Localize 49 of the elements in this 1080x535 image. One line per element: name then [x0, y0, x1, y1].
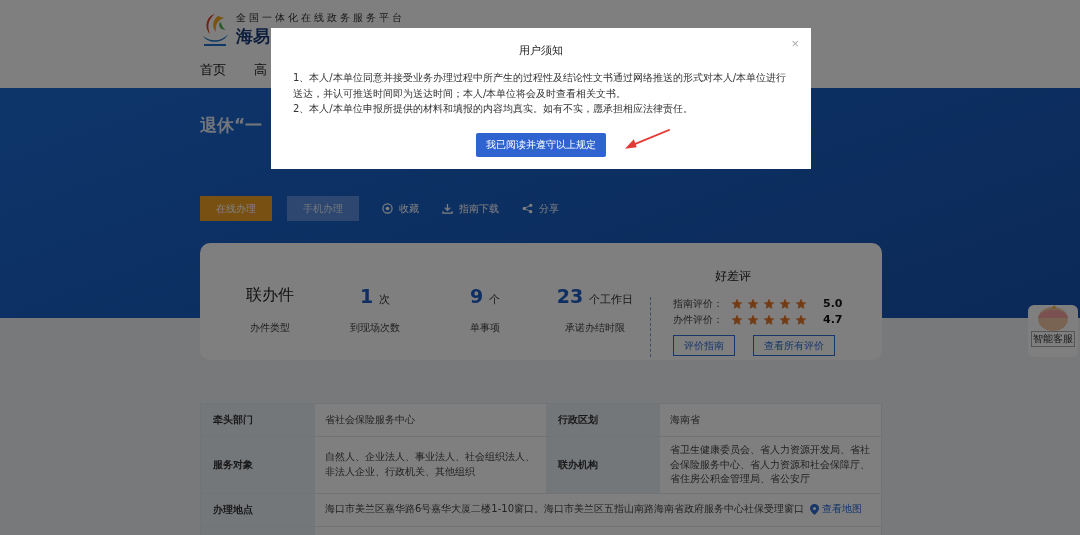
stat-value: 1 — [359, 285, 374, 307]
table-label: 行政区划 — [546, 404, 660, 436]
nav-link[interactable]: 首页 — [200, 61, 226, 79]
notice-paragraph: 2、本人/本单位申报所提供的材料和填报的内容均真实。如有不实，愿承担相应法律责任。 — [293, 102, 694, 116]
table-cell-text: 海南省 — [669, 412, 701, 427]
stat-label: 办件类型 — [250, 321, 290, 335]
stat-value: 联办件 — [246, 285, 294, 306]
map-link[interactable]: 查看地图 — [810, 502, 863, 517]
stat-unit: 次 — [379, 292, 391, 307]
rating-button[interactable]: 查看所有评价 — [753, 335, 835, 356]
notice-paragraph: 1、本人/本单位同意并接受业务办理过程中所产生的过程性及结论性文书通过网络推送的形式对本人/本单位进行送达，并认可推送时间即为送达时间；本人/本单位将会及时查看相关文书。 — [293, 71, 788, 101]
stat-unit: 个工作日 — [589, 292, 634, 307]
dialog-title: 用户须知 — [519, 44, 563, 57]
table-label: 联办机构 — [546, 437, 660, 493]
page-title: 退休“一 — [200, 114, 263, 137]
platform-name: 全国一体化在线政务服务平台 — [236, 10, 405, 25]
download-icon — [442, 203, 453, 214]
rating-score: 5.0 — [823, 297, 843, 310]
rating-score: 4.7 — [823, 313, 843, 326]
table-label: 牵头部门 — [201, 404, 315, 436]
nav-link[interactable]: 高 — [254, 61, 267, 79]
action-button[interactable]: 在线办理 — [200, 196, 272, 221]
rating-label: 指南评价： — [673, 296, 724, 311]
action-link[interactable]: 指南下载 — [442, 201, 499, 216]
table-cell-text: 省社会保险服务中心 — [324, 412, 416, 427]
rating-label: 办件评价： — [673, 312, 724, 327]
location-pin-icon — [810, 504, 820, 515]
assistant-button[interactable]: 智能客服 — [1028, 305, 1078, 357]
table-cell-text: 自然人、企业法人、事业法人、社会组织法人、非法人企业、行政机关、其他组织 — [324, 450, 536, 479]
close-button[interactable]: × — [791, 36, 799, 51]
rating-button[interactable]: 评价指南 — [673, 335, 735, 356]
brand-name: 海易 — [236, 24, 270, 48]
table-cell-text: 省卫生健康委员会、省人力资源开发局、省社会保险服务中心、省人力资源和社会保障厅、省住房公积金管理局、省公安厅 — [669, 443, 871, 486]
stat-value: 9 — [469, 285, 484, 307]
table-cell: 海口市美兰区嘉华路6号嘉华大厦二楼1-10窗口。海口市美兰区五指山南路海南省政府服务中心社保受理窗口 — [325, 502, 805, 517]
table-label: 服务对象 — [201, 437, 315, 493]
confirm-button[interactable]: 我已阅读并遵守以上规定 — [476, 132, 606, 157]
ratings-title: 好差评 — [715, 268, 751, 285]
share-icon — [522, 203, 533, 214]
stat-value: 23 — [556, 285, 584, 307]
action-link[interactable]: 分享 — [522, 201, 559, 216]
stat-label: 承诺办结时限 — [565, 321, 625, 335]
table-label: 办理地点 — [201, 493, 315, 526]
action-link[interactable]: 收藏 — [382, 201, 419, 216]
stat-label: 到现场次数 — [350, 321, 400, 335]
stat-unit: 个 — [489, 292, 501, 307]
mascot-icon — [1036, 305, 1070, 331]
star-circle-icon — [382, 203, 393, 214]
stat-label: 单事项 — [470, 321, 500, 335]
